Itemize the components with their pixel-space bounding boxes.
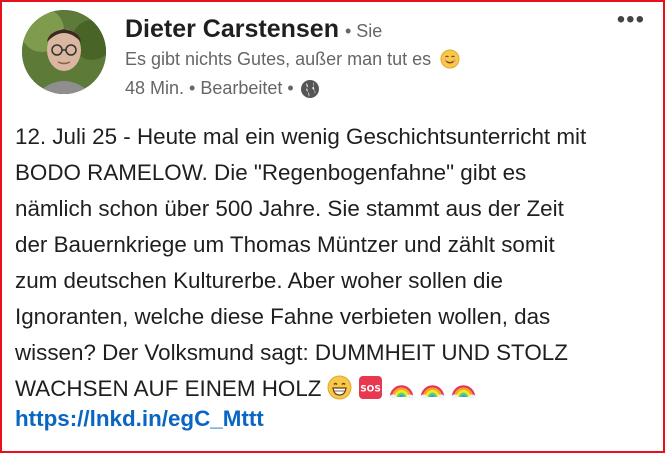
rainbow-emoji-icon <box>420 385 445 399</box>
body-line: zum deutschen Kulturerbe. Aber woher sol… <box>15 268 503 293</box>
body-line: wissen? Der Volksmund sagt: DUMMHEIT UND… <box>15 340 568 365</box>
body-line: der Bauernkriege um Thomas Müntzer und z… <box>15 232 555 257</box>
author-avatar[interactable] <box>22 10 106 94</box>
body-line-last: WACHSEN AUF EINEM HOLZ SOS <box>15 371 665 407</box>
sos-emoji-icon: SOS <box>359 376 383 399</box>
connection-degree: • Sie <box>344 21 383 41</box>
rainbow-emoji-icon <box>389 385 414 399</box>
timestamp: 48 Min. • Bearbeitet • <box>125 78 294 98</box>
grinning-face-emoji-icon <box>327 375 352 400</box>
more-options-icon[interactable]: ••• <box>617 8 645 32</box>
body-line: 12. Juli 25 - Heute mal ein wenig Geschi… <box>15 124 587 149</box>
globe-icon[interactable] <box>300 79 320 99</box>
post-body: 12. Juli 25 - Heute mal ein wenig Geschi… <box>15 119 665 407</box>
smiling-face-icon <box>440 49 460 69</box>
headline-text: Es gibt nichts Gutes, außer man tut es <box>125 49 432 69</box>
post-meta: 48 Min. • Bearbeitet • <box>125 78 320 99</box>
body-line: BODO RAMELOW. Die "Regenbogenfahne" gibt… <box>15 160 527 185</box>
author-line: Dieter Carstensen • Sie <box>125 15 382 44</box>
rainbow-emoji-icon <box>451 385 476 399</box>
body-line: Ignoranten, welche diese Fahne verbieten… <box>15 304 551 329</box>
post-card: Dieter Carstensen • Sie Es gibt nichts Gu… <box>0 0 665 453</box>
post-link[interactable]: https://lnkd.in/egC_Mttt <box>15 406 264 432</box>
body-line: nämlich schon über 500 Jahre. Sie stammt… <box>15 196 564 221</box>
author-name[interactable]: Dieter Carstensen <box>125 15 339 43</box>
author-headline: Es gibt nichts Gutes, außer man tut es <box>125 49 460 70</box>
author-photo <box>22 10 106 94</box>
svg-text:SOS: SOS <box>361 385 382 395</box>
body-line-text: WACHSEN AUF EINEM HOLZ <box>15 376 322 401</box>
